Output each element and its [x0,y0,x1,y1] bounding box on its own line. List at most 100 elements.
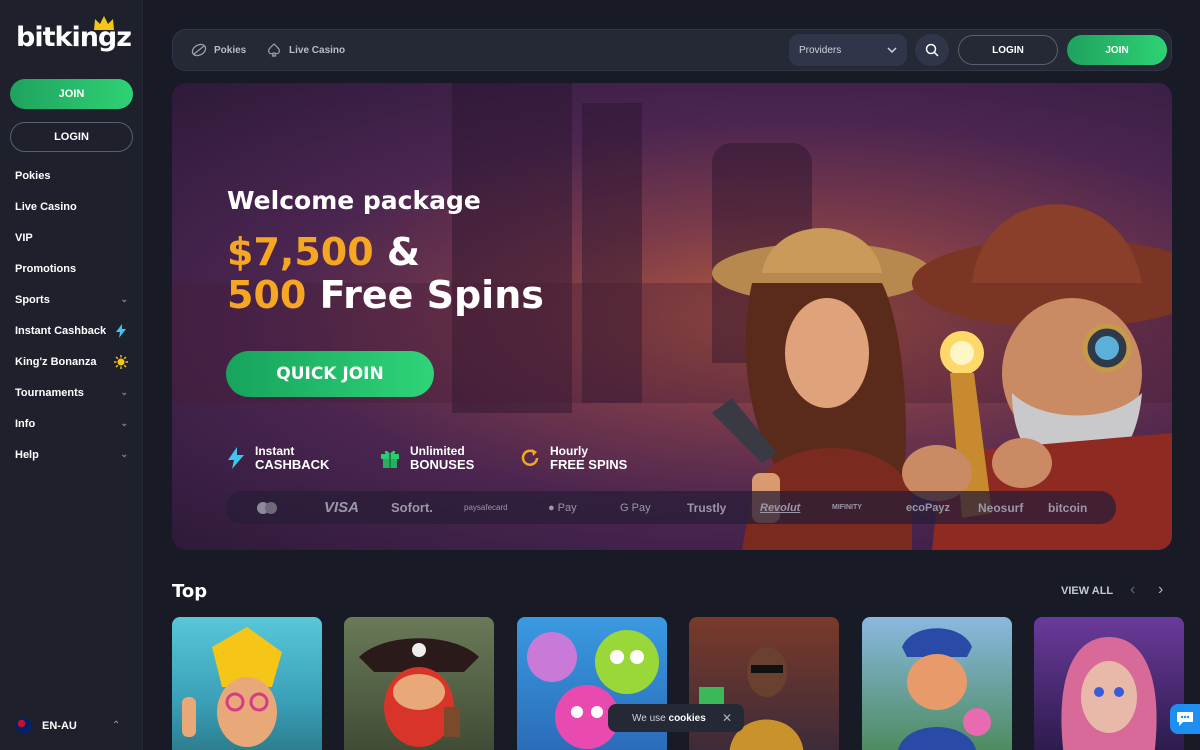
topbar-link-label: Pokies [214,44,247,56]
section-title-top: Top [172,581,208,602]
game-card[interactable] [344,617,494,750]
cookie-text: We use cookies [632,713,706,724]
visa-logo: VISA [324,499,360,516]
chevron-right-icon[interactable]: › [1158,581,1163,599]
apple-pay-logo: ● Pay [548,491,577,524]
ecopayz-logo: ecoPayz [906,501,951,514]
feature-hourly-free-spins: Hourly FREE SPINS [520,445,627,471]
sidebar-item-label: King'z Bonanza [15,355,97,368]
topbar-link-live-casino[interactable]: Live Casino [266,30,345,70]
language-selector[interactable]: EN-AU [16,718,77,734]
chat-icon [1177,712,1193,726]
game-card[interactable] [172,617,322,750]
pokies-icon [191,43,207,57]
topbar-link-pokies[interactable]: Pokies [191,30,246,70]
chevron-left-icon[interactable]: ‹ [1130,581,1135,599]
chevron-down-icon: ⌄ [120,294,128,304]
lightning-icon [228,447,244,469]
hero-bonus-amount: $7,500 & [227,230,420,274]
view-all-link[interactable]: VIEW ALL [1061,585,1113,597]
lightning-icon [116,323,126,338]
sidebar-item-instant-cashback[interactable]: Instant Cashback [0,315,143,346]
game-card[interactable] [1034,617,1184,750]
providers-label: Providers [799,44,842,56]
sidebar-item-kingz-bonanza[interactable]: King'z Bonanza [0,346,143,377]
sidebar-item-tournaments[interactable]: Tournaments ⌄ [0,377,143,408]
sidebar-item-label: Info [15,417,36,430]
sidebar-item-label: Tournaments [15,386,84,399]
chevron-down-icon: ⌄ [120,449,128,459]
apple-pay-label: Pay [557,501,577,514]
free-spins-text: Free Spins [319,273,544,317]
game-thumbnail [1061,637,1157,750]
neosurf-logo: Neosurf [978,500,1024,515]
chevron-down-icon: ⌄ [120,387,128,397]
chevron-down-icon [887,47,897,53]
sidebar-item-live-casino[interactable]: Live Casino [0,191,143,222]
sidebar-nav: Pokies Live Casino VIP Promotions Sports… [0,160,143,470]
search-button[interactable] [915,34,949,66]
trustly-logo: Trustly [687,500,727,515]
cookie-link[interactable]: cookies [669,713,706,724]
sidebar-item-label: Live Casino [15,200,77,213]
sidebar-item-label: Promotions [15,262,77,275]
sun-icon [114,354,128,369]
search-icon [925,43,939,57]
sidebar-item-pokies[interactable]: Pokies [0,160,143,191]
providers-dropdown[interactable]: Providers [789,34,907,66]
google-pay-logo: G Pay [620,501,651,514]
game-thumbnail [359,638,479,747]
australia-flag-icon [16,718,32,734]
feature-unlimited-bonuses: Unlimited BONUSES [380,445,474,471]
cookie-prefix: We use [632,712,666,724]
sidebar-item-info[interactable]: Info ⌄ [0,408,143,439]
paysafecard-logo: paysafecard [464,503,508,512]
sidebar-login-button[interactable]: LOGIN [10,122,133,152]
sidebar-item-help[interactable]: Help ⌄ [0,439,143,470]
sidebar-item-label: Help [15,448,39,461]
sidebar-item-promotions[interactable]: Promotions [0,253,143,284]
crown-icon [94,16,114,30]
payment-methods-strip: VISA Sofort. paysafecard ● Pay G Pay Trus… [226,491,1116,524]
refresh-icon [521,449,539,466]
feature-big-text: FREE SPINS [550,457,628,472]
game-card[interactable] [862,617,1012,750]
bonus-amount: $7,500 [227,230,374,274]
chevron-up-icon[interactable]: ⌃ [112,720,120,731]
mastercard-icon [256,491,278,524]
quick-join-button[interactable]: QUICK JOIN [226,351,434,397]
game-thumbnail [182,627,282,747]
sidebar-item-label: Pokies [15,169,51,182]
feature-big-text: CASHBACK [255,457,330,472]
apple-icon: ● [548,501,555,514]
topbar-join-button[interactable]: JOIN [1067,35,1167,65]
chevron-down-icon: ⌄ [120,418,128,428]
free-spins-count: 500 [227,273,307,317]
spade-icon [267,43,281,57]
top-bar: Pokies Live Casino Providers LOGIN JOIN [172,29,1172,71]
brand-logo[interactable]: bitkingz [16,16,132,51]
topbar-link-label: Live Casino [289,44,346,56]
bitcoin-logo: bitcoin [1048,500,1088,515]
game-thumbnail [898,628,991,750]
sidebar-item-label: VIP [15,231,33,244]
hero-free-spins: 500 Free Spins [227,273,544,317]
sidebar-join-button[interactable]: JOIN [10,79,133,109]
feature-instant-cashback: Instant CASHBACK [227,445,329,471]
sidebar: bitkingz JOIN LOGIN Pokies Live Casino V… [0,0,143,750]
sidebar-item-label: Sports [15,293,50,306]
feature-big-text: BONUSES [410,457,475,472]
revolut-logo: Revolut [760,501,801,514]
sidebar-item-vip[interactable]: VIP [0,222,143,253]
bonus-ampersand: & [386,230,421,274]
gift-icon [381,450,399,468]
close-icon[interactable]: ✕ [722,711,732,725]
welcome-banner[interactable]: Welcome package $7,500 & 500 Free Spins … [172,83,1172,550]
language-label: EN-AU [42,720,77,732]
mifinity-logo: MIFINITY [832,504,862,511]
sidebar-item-label: Instant Cashback [15,324,107,337]
hero-title: Welcome package [227,186,481,215]
sidebar-item-sports[interactable]: Sports ⌄ [0,284,143,315]
topbar-login-button[interactable]: LOGIN [958,35,1058,65]
chat-button[interactable] [1170,704,1200,734]
